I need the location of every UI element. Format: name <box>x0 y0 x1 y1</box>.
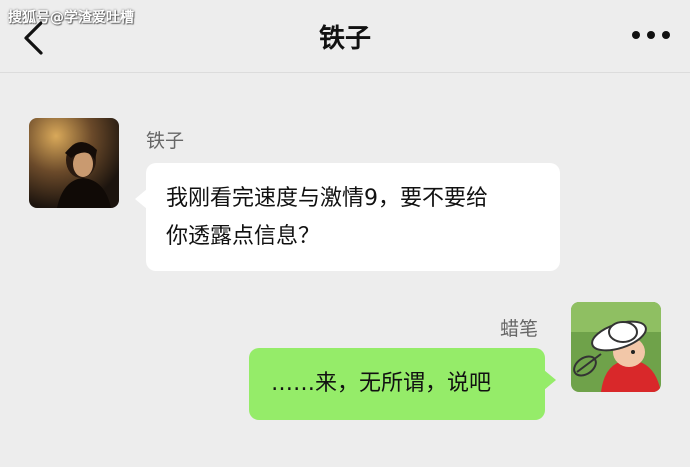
watermark: 搜狐号@学渣爱吐槽 <box>8 10 134 26</box>
more-button[interactable] <box>626 20 676 50</box>
message-text: ……来，无所谓，说吧 <box>271 371 492 396</box>
more-dots-icon <box>632 31 670 39</box>
avatar-labi[interactable] <box>571 302 661 392</box>
message-text-line: 你透露点信息？ <box>166 224 321 249</box>
sender-name: 蜡笔 <box>500 318 539 340</box>
avatar-tiezi[interactable] <box>29 118 119 208</box>
message-bubble-incoming[interactable]: 我刚看完速度与激情9，要不要给 你透露点信息？ <box>135 163 560 271</box>
sender-name: 铁子 <box>146 130 185 152</box>
message-text-line: 我刚看完速度与激情9，要不要给 <box>166 186 488 211</box>
message-bubble-outgoing[interactable]: ……来，无所谓，说吧 <box>249 348 556 420</box>
